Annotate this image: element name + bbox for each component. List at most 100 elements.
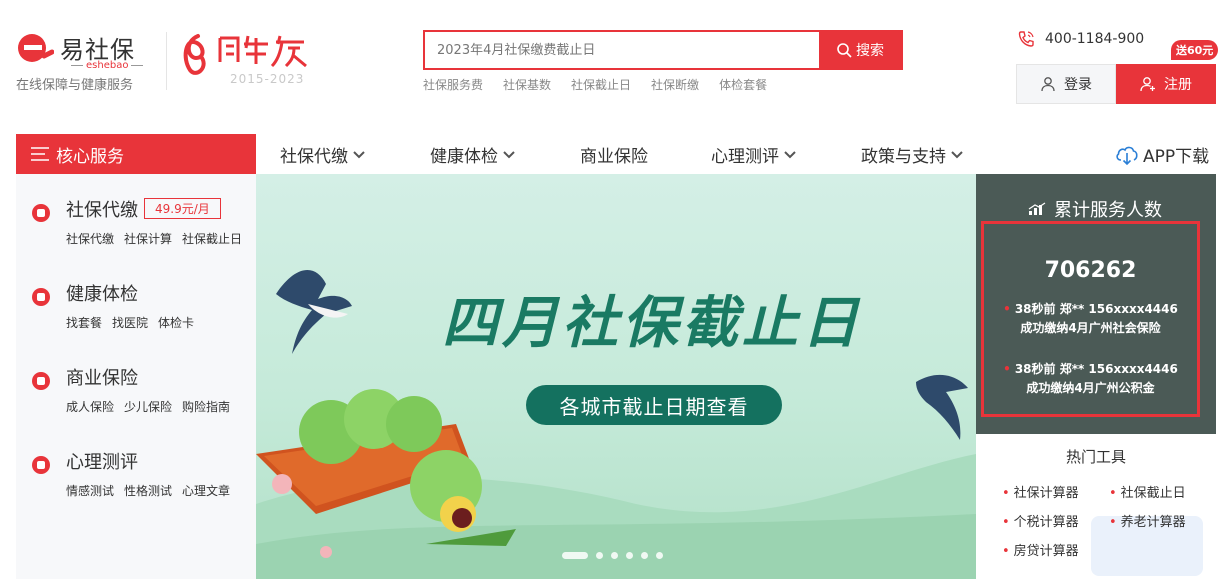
service-links: 社保代缴 社保计算 社保截止日 xyxy=(66,230,242,247)
register-label: 注册 xyxy=(1164,77,1192,93)
hot-word[interactable]: 社保基数 xyxy=(503,76,551,93)
app-download-link[interactable]: APP下载 xyxy=(1115,142,1209,167)
feed-bullet: • xyxy=(1003,362,1011,376)
service-links: 成人保险 少儿保险 购险指南 xyxy=(66,398,230,415)
nav-item-label: 商业保险 xyxy=(580,147,648,167)
carousel-dots xyxy=(562,552,663,559)
register-button[interactable]: 注册 xyxy=(1116,64,1216,104)
carousel-dot[interactable] xyxy=(641,552,648,559)
hotline-number: 400-1184-900 xyxy=(1045,31,1145,47)
core-services-button[interactable]: 核心服务 xyxy=(16,134,256,174)
chevron-down-icon xyxy=(503,150,515,158)
tool-link[interactable]: 个税计算器 xyxy=(1002,511,1079,530)
service-link[interactable]: 体检卡 xyxy=(158,314,194,331)
nav-item-label: 心理测评 xyxy=(711,147,779,167)
bar-chart-icon xyxy=(1028,202,1046,215)
hot-word[interactable]: 社保服务费 xyxy=(423,76,483,93)
hot-tools-panel: 热门工具 社保计算器 社保截止日 个税计算器 养老计算器 房贷计算器 xyxy=(976,434,1216,579)
service-link[interactable]: 少儿保险 xyxy=(124,398,172,415)
tool-link[interactable]: 社保计算器 xyxy=(1002,482,1079,501)
service-link[interactable]: 找医院 xyxy=(112,314,148,331)
nav-item-psych-assessment[interactable]: 心理测评 xyxy=(711,142,797,167)
nav-item-policy-support[interactable]: 政策与支持 xyxy=(861,142,964,167)
feed-bullet: • xyxy=(1003,302,1011,316)
nav-item-health-check[interactable]: 健康体检 xyxy=(430,142,516,167)
tools-title: 热门工具 xyxy=(1065,448,1126,466)
service-title: 商业保险 xyxy=(66,368,138,389)
service-link[interactable]: 成人保险 xyxy=(66,398,114,415)
anniversary-badge: 2015-2023 xyxy=(180,28,314,90)
service-title: 心理测评 xyxy=(66,452,138,473)
medical-kit-icon xyxy=(32,288,50,306)
app-download-label: APP下载 xyxy=(1143,147,1210,167)
login-label: 登录 xyxy=(1064,77,1092,93)
page: 易社保 eshebao 在线保障与健康服务 2015-2023 搜索 社保服务费… xyxy=(0,0,1232,579)
carousel-dot[interactable] xyxy=(656,552,663,559)
nav-item-label: 社保代缴 xyxy=(280,147,348,167)
feed-line: 成功缴纳4月广州社会保险 xyxy=(1020,321,1161,335)
service-link[interactable]: 找套餐 xyxy=(66,314,102,331)
nav-item-social-security[interactable]: 社保代缴 xyxy=(280,142,366,167)
user-icon xyxy=(1041,77,1055,92)
hot-word[interactable]: 社保截止日 xyxy=(571,76,631,93)
carousel-dot[interactable] xyxy=(611,552,618,559)
heart-hand-icon xyxy=(32,372,50,390)
logo-slogan: 在线保障与健康服务 xyxy=(16,78,134,93)
service-links: 找套餐 找医院 体检卡 xyxy=(66,314,194,331)
chevron-down-icon xyxy=(784,150,796,158)
service-link[interactable]: 购险指南 xyxy=(182,398,230,415)
service-link[interactable]: 社保计算 xyxy=(124,230,172,247)
logo-divider xyxy=(166,32,167,90)
stats-highlight-box: 706262 • 38秒前 郑** 156xxxx4446 成功缴纳4月广州社会保… xyxy=(981,221,1200,417)
stats-title: 累计服务人数 xyxy=(1028,196,1162,222)
carousel-dot[interactable] xyxy=(626,552,633,559)
tool-link[interactable]: 养老计算器 xyxy=(1109,511,1186,530)
service-stats-panel: 累计服务人数 706262 • 38秒前 郑** 156xxxx4446 成功缴纳… xyxy=(976,174,1216,434)
logo-sub: eshebao xyxy=(68,60,146,71)
core-services-label: 核心服务 xyxy=(56,146,124,167)
anniversary-logo-icon xyxy=(183,34,307,75)
service-links: 情感测试 性格测试 心理文章 xyxy=(66,482,230,499)
hot-search-words: 社保服务费 社保基数 社保截止日 社保断缴 体检套餐 xyxy=(423,76,767,93)
search-icon xyxy=(837,43,852,58)
hot-word[interactable]: 体检套餐 xyxy=(719,76,767,93)
feed-line: 38秒前 郑** 156xxxx4446 xyxy=(1014,362,1178,376)
promo-badge: 送60元 xyxy=(1171,40,1219,60)
banner-title: 四月社保截止日 xyxy=(442,290,862,356)
nav-item-commercial-insurance[interactable]: 商业保险 xyxy=(580,142,648,167)
search-button[interactable]: 搜索 xyxy=(819,32,901,68)
chevron-down-icon xyxy=(951,150,963,158)
feed-item: • 38秒前 郑** 156xxxx4446 成功缴纳4月广州社会保险 xyxy=(984,300,1197,338)
hotline: 400-1184-900 xyxy=(1017,30,1144,48)
cloud-download-icon xyxy=(1116,146,1138,165)
service-link[interactable]: 社保截止日 xyxy=(182,230,242,247)
banner-cta-button[interactable]: 各城市截止日期查看 xyxy=(526,385,782,425)
service-link[interactable]: 性格测试 xyxy=(124,482,172,499)
carousel-dot[interactable] xyxy=(562,552,588,559)
hot-word[interactable]: 社保断缴 xyxy=(651,76,699,93)
service-link[interactable]: 情感测试 xyxy=(66,482,114,499)
carousel-dot[interactable] xyxy=(596,552,603,559)
core-services-sidebar: 社保代缴 49.9元/月 社保代缴 社保计算 社保截止日 健康体检 找套餐 找医… xyxy=(16,174,256,579)
service-title: 社保代缴 xyxy=(66,200,138,221)
stats-count: 706262 xyxy=(1044,258,1137,283)
service-price-badge: 49.9元/月 xyxy=(144,198,221,219)
shield-icon xyxy=(32,204,50,222)
site-logo[interactable]: 易社保 eshebao 在线保障与健康服务 xyxy=(16,28,156,93)
logo-e-icon xyxy=(18,34,54,62)
search-bar: 搜索 xyxy=(423,30,903,70)
feed-line: 38秒前 郑** 156xxxx4446 xyxy=(1014,302,1178,316)
add-user-icon xyxy=(1140,77,1155,92)
service-link[interactable]: 心理文章 xyxy=(182,482,230,499)
nav-item-label: 政策与支持 xyxy=(861,147,946,167)
feed-item: • 38秒前 郑** 156xxxx4446 成功缴纳4月广州公积金 xyxy=(984,360,1197,398)
service-link[interactable]: 社保代缴 xyxy=(66,230,114,247)
login-button[interactable]: 登录 xyxy=(1016,64,1116,104)
tool-link[interactable]: 社保截止日 xyxy=(1109,482,1186,501)
service-title: 健康体检 xyxy=(66,284,138,305)
menu-icon xyxy=(31,147,49,161)
promo-banner[interactable]: 四月社保截止日 各城市截止日期查看 xyxy=(256,174,976,579)
stats-title-label: 累计服务人数 xyxy=(1054,200,1162,221)
search-input[interactable] xyxy=(425,32,819,68)
tool-link[interactable]: 房贷计算器 xyxy=(1002,540,1079,559)
